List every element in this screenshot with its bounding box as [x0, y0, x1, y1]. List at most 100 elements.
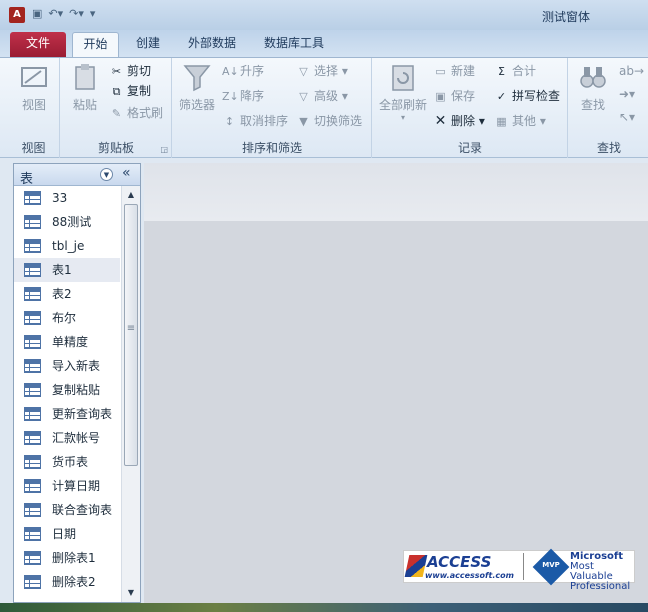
- delete-button[interactable]: ✕ 删除 ▾: [433, 112, 485, 131]
- list-item[interactable]: 计算日期: [14, 474, 120, 498]
- list-item[interactable]: 表1: [14, 258, 120, 282]
- desktop-background: [0, 603, 648, 612]
- tab-external-data[interactable]: 外部数据: [180, 32, 244, 57]
- select-pointer-icon[interactable]: ↖▾: [619, 108, 635, 127]
- microsoft-mvp-text: Microsoft Most Valuable Professional: [570, 552, 634, 592]
- table-icon: [24, 431, 41, 445]
- selection-button[interactable]: ▽ 选择 ▾: [296, 62, 348, 81]
- replace-icon[interactable]: ab→: [619, 62, 644, 81]
- filter-button[interactable]: 筛选器: [177, 62, 217, 113]
- table-icon: [24, 263, 41, 277]
- list-item[interactable]: 导入新表: [14, 354, 120, 378]
- list-item-label: 删除表2: [52, 575, 96, 589]
- access-icon[interactable]: A: [9, 7, 25, 23]
- refresh-dropdown-icon[interactable]: ▾: [377, 113, 429, 122]
- access-logo-mark: [404, 555, 428, 577]
- list-item[interactable]: 货币表: [14, 450, 120, 474]
- cut-button[interactable]: ✂ 剪切: [109, 62, 151, 81]
- navigation-pane-header[interactable]: 表 ▼ «: [14, 164, 140, 187]
- list-item[interactable]: 复制粘贴: [14, 378, 120, 402]
- list-item[interactable]: 删除表1: [14, 546, 120, 570]
- copy-button[interactable]: ⧉ 复制: [109, 82, 151, 101]
- scroll-down-icon[interactable]: ▼: [124, 586, 138, 600]
- scrollbar-thumb[interactable]: [124, 204, 138, 466]
- scrollbar[interactable]: ▲ ▼: [121, 186, 140, 602]
- save-icon[interactable]: ▣: [32, 7, 42, 20]
- list-item[interactable]: tbl_je: [14, 234, 120, 258]
- list-item[interactable]: 单精度: [14, 330, 120, 354]
- table-icon: [24, 335, 41, 349]
- view-button[interactable]: 视图: [14, 62, 54, 113]
- access-logo: ACCESS www.accessoft.com: [404, 553, 519, 581]
- more-grid-icon: ▦: [496, 115, 507, 128]
- new-record-button[interactable]: ▭ 新建: [433, 62, 475, 81]
- save-record-icon: ▣: [435, 90, 446, 103]
- list-item-label: 88测试: [52, 215, 92, 229]
- list-item-label: 计算日期: [52, 479, 101, 493]
- group-view: 视图 视图: [8, 58, 60, 158]
- new-record-icon: ▭: [435, 65, 446, 78]
- spelling-button[interactable]: ✓ 拼写检查: [494, 87, 560, 106]
- sort-descending-button[interactable]: Z↓降序: [222, 87, 264, 106]
- sort-ascending-button[interactable]: A↓升序: [222, 62, 264, 81]
- tab-home[interactable]: 开始: [72, 32, 119, 57]
- spelling-icon: ✓: [496, 90, 507, 103]
- tab-file[interactable]: 文件: [10, 32, 66, 57]
- table-icon: [24, 359, 41, 373]
- scroll-up-icon[interactable]: ▲: [124, 188, 138, 202]
- more-button[interactable]: ▦ 其他 ▾: [494, 112, 546, 131]
- group-label-find: 查找: [597, 141, 622, 155]
- find-button[interactable]: 查找: [573, 62, 613, 113]
- list-item-label: 更新查询表: [52, 407, 113, 421]
- list-item[interactable]: 汇款帐号: [14, 426, 120, 450]
- format-painter-button[interactable]: ✎ 格式刷: [109, 104, 163, 123]
- customize-toolbar-icon[interactable]: ▾: [90, 7, 96, 20]
- group-sort-filter: 筛选器 A↓升序 Z↓降序 ↕ 取消排序 ▽ 选择 ▾ ▽ 高级 ▾ ▼ 切换筛选 排序…: [173, 58, 372, 158]
- funnel-icon: [183, 65, 211, 92]
- ribbon-tabs: 文件 开始 创建 外部数据 数据库工具: [0, 30, 648, 57]
- list-item[interactable]: 更新查询表: [14, 402, 120, 426]
- list-item-label: 删除表1: [52, 551, 96, 565]
- title-bar: A ▣ ↶▾ ↷▾ ▾ 测试窗体: [0, 0, 648, 30]
- list-item[interactable]: 88测试: [14, 210, 120, 234]
- list-item[interactable]: 删除表2: [14, 570, 120, 594]
- undo-icon[interactable]: ↶▾: [48, 7, 63, 20]
- sigma-icon: Σ: [498, 65, 505, 78]
- list-item[interactable]: 布尔: [14, 306, 120, 330]
- dialog-launcher-icon[interactable]: ◲: [160, 145, 168, 154]
- goto-icon[interactable]: ➜▾: [619, 85, 635, 104]
- brush-icon: ✎: [111, 107, 122, 120]
- scissors-icon: ✂: [111, 65, 122, 78]
- form-tab-strip: [144, 163, 648, 221]
- list-item[interactable]: 33: [14, 186, 120, 210]
- delete-x-icon: ✕: [434, 113, 447, 129]
- table-icon: [24, 191, 41, 205]
- group-clipboard: 粘贴 ✂ 剪切 ⧉ 复制 ✎ 格式刷 剪贴板 ◲: [61, 58, 172, 158]
- advanced-button[interactable]: ▽ 高级 ▾: [296, 87, 348, 106]
- redo-icon[interactable]: ↷▾: [69, 7, 84, 20]
- collapse-pane-icon[interactable]: «: [122, 165, 131, 181]
- save-record-button[interactable]: ▣ 保存: [433, 87, 475, 106]
- refresh-all-button[interactable]: 全部刷新 ▾: [377, 62, 429, 122]
- table-icon: [24, 551, 41, 565]
- list-item-label: 货币表: [52, 455, 89, 469]
- list-item[interactable]: 表2: [14, 282, 120, 306]
- paste-button[interactable]: 粘贴: [65, 62, 105, 113]
- toggle-filter-button[interactable]: ▼ 切换筛选: [296, 112, 362, 131]
- list-item-label: 联合查询表: [52, 503, 113, 517]
- totals-button[interactable]: Σ 合计: [494, 62, 536, 81]
- group-label-clipboard: 剪贴板: [97, 141, 134, 155]
- group-find: 查找 ab→ ➜▾ ↖▾ 查找: [569, 58, 648, 158]
- list-item[interactable]: 日期: [14, 522, 120, 546]
- group-label-sort-filter: 排序和筛选: [241, 141, 302, 155]
- list-item[interactable]: 联合查询表: [14, 498, 120, 522]
- tab-database-tools[interactable]: 数据库工具: [256, 32, 332, 57]
- chevron-down-icon[interactable]: ▼: [100, 168, 113, 181]
- group-label-records: 记录: [457, 141, 482, 155]
- tab-create[interactable]: 创建: [128, 32, 168, 57]
- clear-sort-button[interactable]: ↕ 取消排序: [222, 112, 288, 131]
- sort-ascending-icon: A↓: [222, 65, 239, 78]
- list-item-label: 表1: [52, 263, 72, 277]
- table-icon: [24, 239, 41, 253]
- list-item-label: 单精度: [52, 335, 89, 349]
